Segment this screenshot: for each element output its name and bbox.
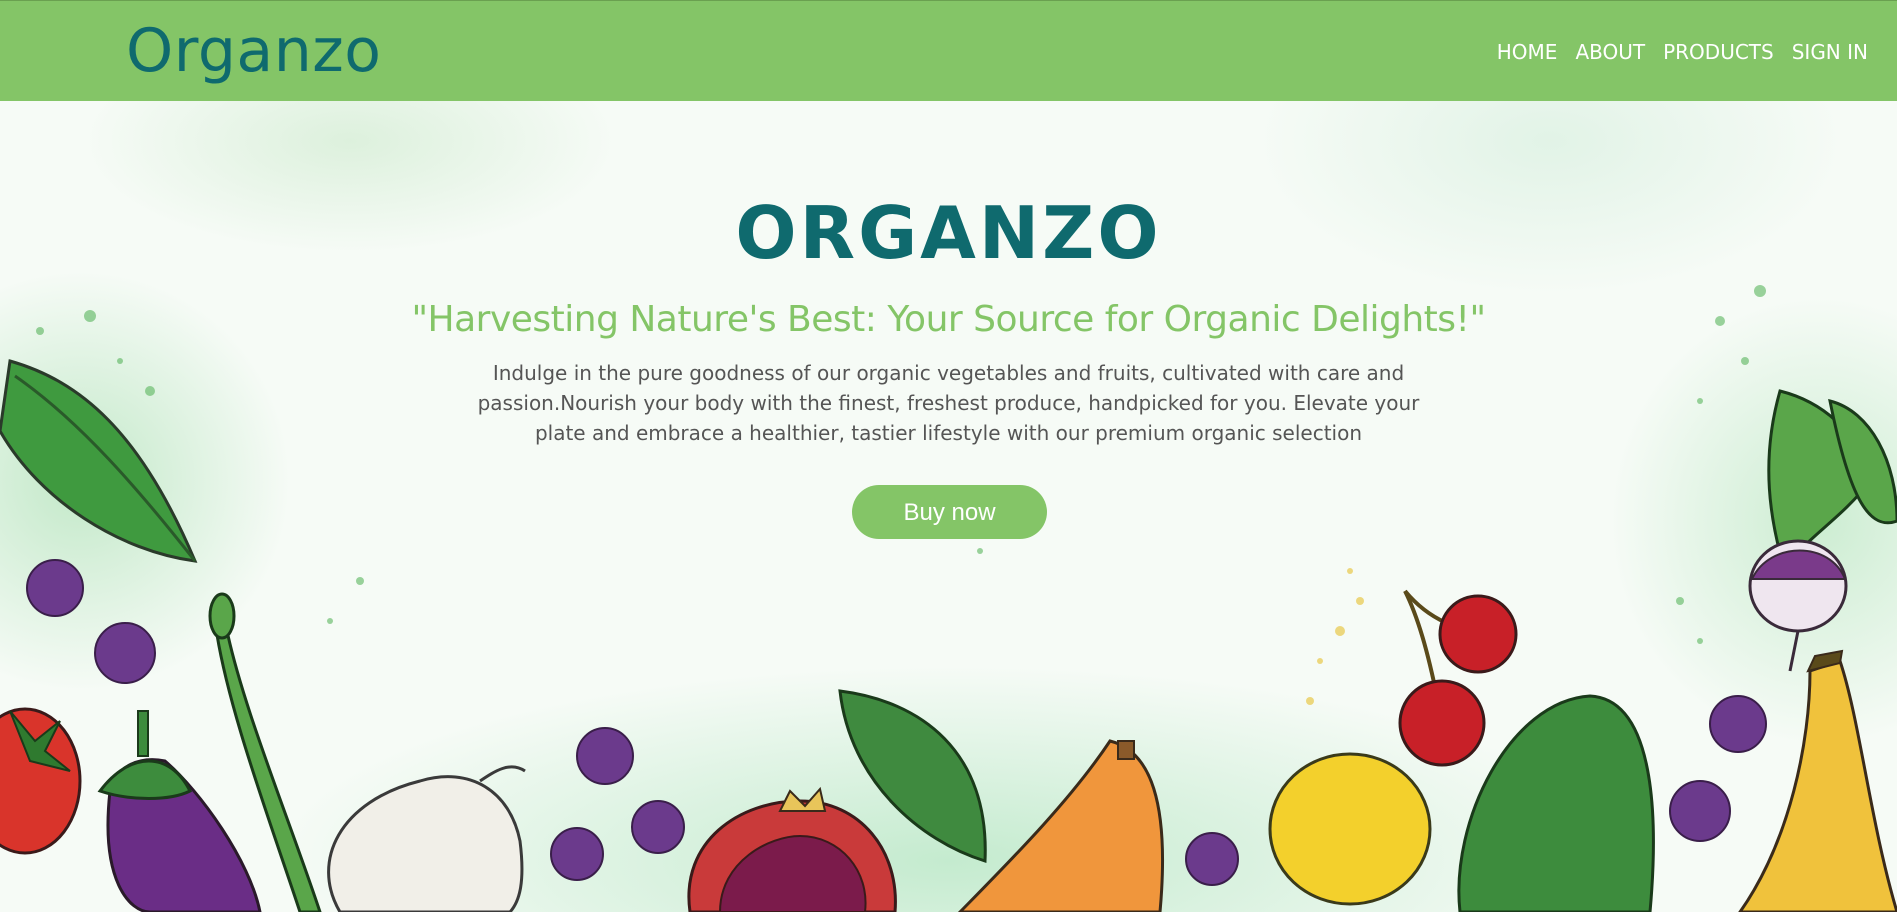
nav-about-link[interactable]: ABOUT	[1575, 38, 1645, 66]
nav-products-link[interactable]: PRODUCTS	[1663, 38, 1774, 66]
leaf-icon	[0, 359, 198, 563]
banana-icon	[1738, 649, 1897, 912]
nav-links: HOME ABOUT PRODUCTS SIGN IN	[1497, 38, 1868, 66]
nav-home-link[interactable]: HOME	[1497, 38, 1558, 66]
turnip-icon	[1748, 389, 1897, 672]
hero-description: Indulge in the pure goodness of our orga…	[477, 361, 1420, 445]
avocado-icon	[1457, 694, 1655, 912]
tomato-icon	[0, 707, 82, 855]
cherry-icon	[1398, 589, 1518, 767]
papaya-icon	[957, 739, 1164, 912]
hero-title: ORGANZO	[735, 191, 1162, 275]
hero-section: ORGANZO "Harvesting Nature's Best: Your …	[0, 101, 1897, 912]
garlic-icon	[327, 765, 526, 912]
hero-tagline: "Harvesting Nature's Best: Your Source f…	[411, 299, 1486, 340]
lemon-icon	[1268, 752, 1432, 906]
nav-signin-link[interactable]: SIGN IN	[1792, 38, 1868, 66]
pomegranate-icon	[687, 786, 897, 912]
eggplant-icon	[97, 710, 262, 912]
navbar: Organzo HOME ABOUT PRODUCTS SIGN IN	[0, 0, 1897, 101]
buy-now-button[interactable]: Buy now	[852, 485, 1047, 539]
brand-logo[interactable]: Organzo	[126, 14, 381, 88]
yellow-splatter	[1306, 568, 1364, 705]
